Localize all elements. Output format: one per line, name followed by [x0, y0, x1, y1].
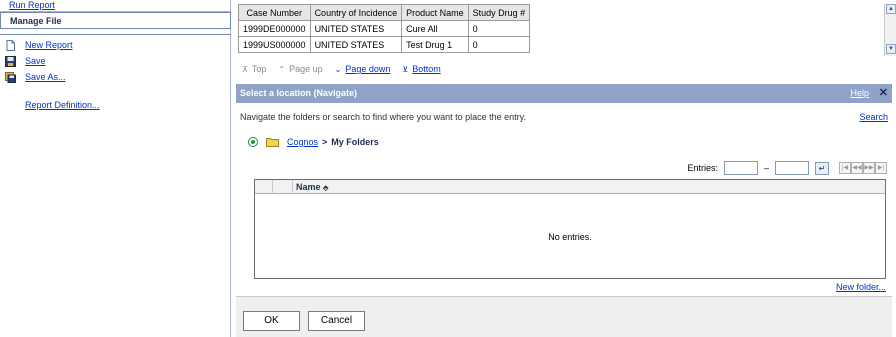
last-page-button-icon: ▶| [875, 162, 887, 174]
table-cell: 0 [467, 36, 531, 53]
table-cell: 1999DE000000 [238, 20, 311, 37]
cancel-button[interactable]: Cancel [308, 311, 365, 331]
table-cell: 1999US000000 [238, 36, 311, 53]
bottom-link[interactable]: Bottom [412, 64, 441, 74]
menu-item-new-report[interactable]: New Report [0, 37, 231, 53]
column-header: Product Name [401, 4, 469, 21]
table-cell: UNITED STATES [309, 20, 403, 37]
column-header: Country of Incidence [309, 4, 403, 21]
apply-entries-icon[interactable]: ↵ [815, 161, 829, 175]
pager-top-label: Top [251, 64, 267, 74]
floppy-disk-icon [5, 56, 16, 67]
entries-control: Entries: – ↵ |◀ ◀◀ ▶▶ ▶| [687, 161, 887, 175]
empty-list-message: No entries. [548, 232, 592, 242]
manage-file-menu: New Report Save Save As... Report Defini… [0, 34, 231, 113]
dialog-header: Select a location (Navigate) Help ✕ [236, 84, 892, 103]
table-cell: Test Drug 1 [401, 36, 469, 53]
pager-page-down[interactable]: ⌄ Page down [335, 63, 391, 75]
table-row: 1999DE000000 UNITED STATES Cure All 0 [238, 20, 531, 37]
page-up-icon: ⌃ [278, 64, 286, 74]
dialog-footer: OK Cancel [236, 296, 892, 337]
type-column [273, 180, 293, 194]
results-area: Case Number Country of Incidence Product… [238, 4, 896, 56]
run-report-link[interactable]: Run Report [0, 0, 231, 12]
help-link[interactable]: Help [850, 84, 869, 103]
table-cell: Cure All [401, 20, 469, 37]
pager-page-up: ⌃ Page up [278, 63, 322, 75]
first-page-icon: ⊼ [242, 64, 248, 74]
dialog-instructions: Navigate the folders or search to find w… [240, 112, 526, 122]
table-cell: UNITED STATES [309, 36, 403, 53]
entries-label: Entries: [687, 163, 718, 173]
save-as-icon [5, 72, 16, 83]
folder-list: Name ⬘ No entries. [254, 179, 886, 279]
entries-from-input[interactable] [723, 161, 758, 175]
ok-button[interactable]: OK [243, 311, 300, 331]
page-down-link[interactable]: Page down [345, 64, 390, 74]
new-report-link[interactable]: New Report [25, 40, 73, 50]
manage-file-heading: Manage File [0, 12, 231, 29]
breadcrumb-root-link[interactable]: Cognos [287, 137, 318, 147]
entries-dash: – [763, 163, 769, 173]
select-location-dialog: Select a location (Navigate) Help ✕ Navi… [236, 84, 892, 337]
folder-icon [266, 138, 279, 147]
breadcrumb: Cognos > My Folders [248, 135, 379, 149]
pager-top: ⊼ Top [242, 63, 266, 75]
select-all-column[interactable] [255, 180, 273, 194]
next-page-button-icon: ▶▶ [863, 162, 875, 174]
breadcrumb-current: My Folders [331, 137, 379, 147]
first-page-button-icon: |◀ [839, 162, 851, 174]
new-document-icon [6, 40, 15, 51]
table-row: 1999US000000 UNITED STATES Test Drug 1 0 [238, 36, 531, 53]
vertical-scrollbar[interactable]: ▲ ▼ [884, 4, 896, 56]
folder-list-header: Name ⬘ [255, 180, 885, 194]
dialog-title: Select a location (Navigate) [240, 88, 358, 98]
pager-page-up-label: Page up [289, 64, 323, 74]
table-cell: 0 [467, 20, 531, 37]
entries-to-input[interactable] [775, 161, 809, 175]
pager-bottom[interactable]: ⊻ Bottom [402, 63, 440, 75]
page-down-icon: ⌄ [334, 64, 342, 74]
column-header: Study Drug # [467, 4, 531, 21]
column-header: Case Number [238, 4, 311, 21]
save-as-link[interactable]: Save As... [25, 72, 66, 82]
previous-page-button-icon: ◀◀ [851, 162, 863, 174]
last-page-icon: ⊻ [402, 64, 409, 74]
menu-item-report-definition[interactable]: Report Definition... [0, 97, 231, 113]
close-icon[interactable]: ✕ [879, 84, 888, 103]
sort-icon[interactable]: ⬘ [323, 185, 328, 192]
name-header-label: Name [296, 182, 321, 192]
report-definition-link[interactable]: Report Definition... [25, 100, 100, 110]
left-panel: Run Report Manage File New Report Save S… [0, 0, 231, 337]
pager: ⊼ Top ⌃ Page up ⌄ Page down ⊻ Bottom [242, 63, 453, 75]
scroll-up-icon[interactable]: ▲ [886, 4, 896, 14]
breadcrumb-separator: > [322, 137, 328, 147]
table-header-row: Case Number Country of Incidence Product… [238, 4, 531, 21]
selected-radio-icon[interactable] [248, 137, 258, 147]
search-link[interactable]: Search [859, 112, 888, 122]
scroll-down-icon[interactable]: ▼ [886, 44, 896, 54]
name-column-header[interactable]: Name ⬘ [296, 180, 328, 196]
new-folder-link[interactable]: New folder... [836, 282, 886, 292]
menu-item-save[interactable]: Save [0, 53, 231, 69]
menu-item-save-as[interactable]: Save As... [0, 69, 231, 85]
save-link[interactable]: Save [25, 56, 46, 66]
results-table: Case Number Country of Incidence Product… [238, 4, 531, 53]
